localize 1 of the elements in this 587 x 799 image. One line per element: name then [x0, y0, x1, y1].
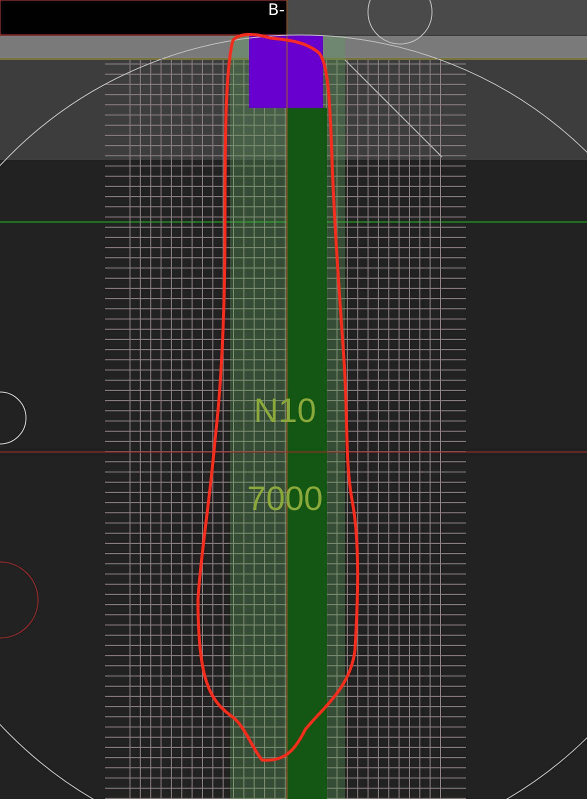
corner-label: B- — [268, 0, 285, 19]
